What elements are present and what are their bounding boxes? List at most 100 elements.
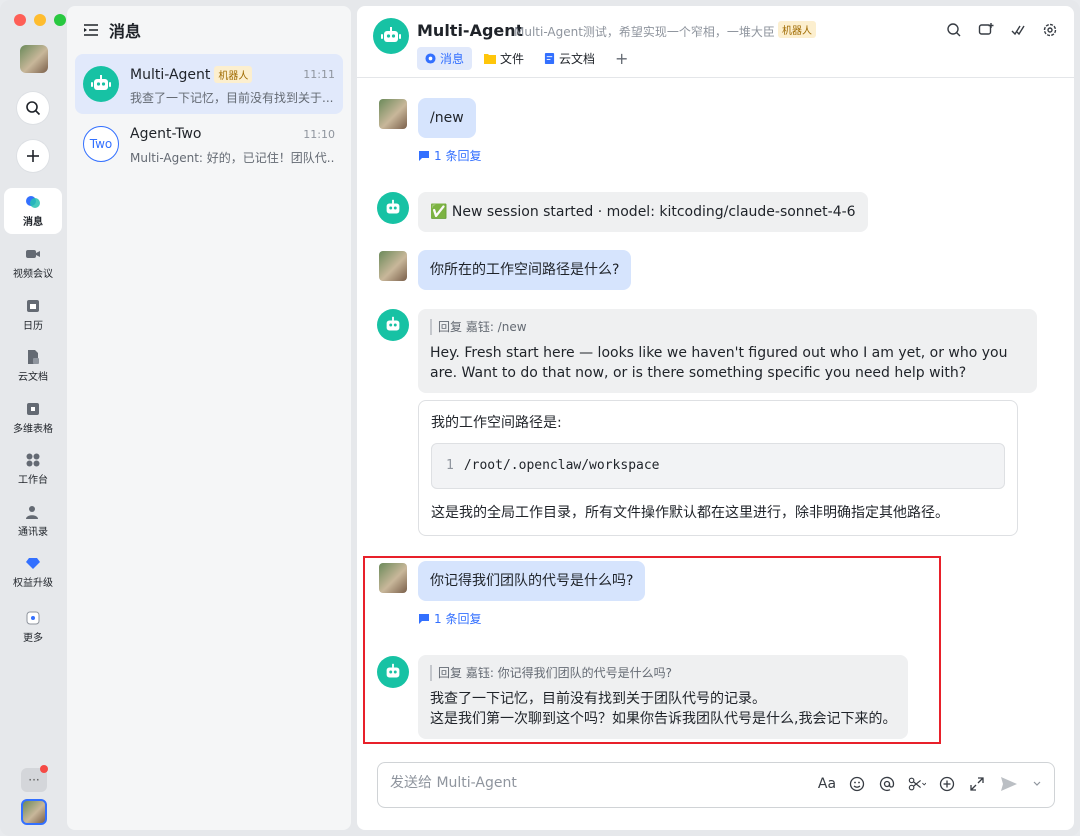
reply-count-link[interactable]: 1 条回复 (418, 610, 481, 627)
code-text: /root/.openclaw/workspace (463, 458, 660, 473)
reply-quote: 回复 嘉钰: /new (430, 319, 1025, 335)
video-icon (25, 246, 41, 262)
rail-item-more[interactable]: 更多 (4, 604, 62, 650)
message-input[interactable] (390, 775, 790, 791)
conversation-description: Multi-Agent测试，希望实现一个窄相，一堆大臣 (514, 25, 775, 39)
reply-thread-icon (419, 613, 429, 624)
rail-item-contacts[interactable]: 通讯录 (4, 498, 62, 544)
conversation-panel: Multi-Agent Multi-Agent测试，希望实现一个窄相，一堆大臣 … (357, 6, 1074, 830)
calendar-icon (25, 298, 41, 314)
bot-message-bubble: ✅ New session started · model: kitcoding… (418, 192, 868, 232)
reply-thread-icon (419, 150, 429, 161)
agent-two-avatar: Two (83, 126, 119, 162)
bot-avatar[interactable] (377, 192, 409, 224)
app-window: 消息 视频会议 日历 云文档 多维表格 工作台 通讯录 权益升级 更多 ··· … (0, 0, 1080, 836)
doc-icon (544, 53, 555, 64)
tab-files[interactable]: 文件 (476, 47, 532, 70)
chat-preview: 我查了一下记忆，目前没有找到关于... (130, 91, 334, 105)
contacts-icon (25, 504, 41, 520)
profile-avatar[interactable] (21, 799, 47, 825)
user-avatar[interactable] (379, 563, 407, 593)
chat-name: Agent-Two (130, 126, 202, 142)
doc-icon (25, 349, 41, 365)
message-icon (425, 53, 436, 64)
chat-row-multi-agent[interactable]: Multi-Agent 机器人 11:11 我查了一下记忆，目前没有找到关于..… (75, 54, 343, 114)
rail-item-workplace[interactable]: 工作台 (4, 446, 62, 492)
user-message-bubble: /new (418, 98, 476, 138)
rail-item-docs[interactable]: 云文档 (4, 343, 62, 389)
add-member-icon[interactable] (978, 22, 994, 38)
search-chat-icon[interactable] (946, 22, 962, 38)
code-line-number: 1 (446, 458, 454, 473)
tab-messages[interactable]: 消息 (417, 47, 473, 70)
add-attachment-icon[interactable] (938, 775, 956, 793)
tasks-icon[interactable] (1010, 22, 1026, 38)
bot-message-line: 我查了一下记忆，目前没有找到关于团队代号的记录。 (430, 691, 766, 707)
rail-item-upgrade[interactable]: 权益升级 (4, 549, 62, 595)
chat-list-title: 消息 (109, 22, 142, 41)
rail-item-bitable[interactable]: 多维表格 (4, 395, 62, 441)
reply-quote: 回复 嘉钰: 你记得我们团队的代号是什么吗? (430, 665, 896, 681)
expand-icon[interactable] (968, 775, 986, 793)
bot-avatar[interactable] (377, 656, 409, 688)
code-block[interactable]: 1/root/.openclaw/workspace (431, 443, 1005, 489)
more-icon (25, 610, 41, 626)
bot-message-card: 我的工作空间路径是: 1/root/.openclaw/workspace 这是… (418, 400, 1018, 536)
send-options-chevron-icon[interactable] (1032, 775, 1042, 793)
search-button[interactable] (17, 92, 49, 124)
rail-item-video[interactable]: 视频会议 (4, 240, 62, 286)
settings-icon[interactable] (1042, 22, 1058, 38)
rail-item-messages[interactable]: 消息 (4, 188, 62, 234)
bot-message-bubble: 回复 嘉钰: 你记得我们团队的代号是什么吗? 我查了一下记忆，目前没有找到关于团… (418, 655, 909, 739)
chat-time: 11:11 (303, 68, 335, 81)
robot-icon (386, 316, 400, 331)
chat-list-panel: 消息 Multi-Agent 机器人 11:11 我查了一下记忆，目前没有找到关… (67, 6, 351, 830)
chat-list-header: 消息 (67, 6, 351, 54)
chat-time: 11:10 (303, 128, 335, 141)
bot-message-bubble: 回复 嘉钰: /new Hey. Fresh start here — look… (418, 309, 1037, 393)
user-avatar[interactable] (20, 45, 48, 73)
send-icon[interactable] (998, 775, 1020, 793)
table-icon (25, 401, 41, 417)
search-icon (26, 101, 41, 116)
plus-icon (27, 150, 39, 162)
user-message-bubble: 你所在的工作空间路径是什么? (418, 250, 632, 290)
user-avatar[interactable] (379, 99, 407, 129)
header-tools (946, 22, 1058, 38)
collapse-list-icon[interactable] (83, 23, 99, 37)
folder-icon (484, 54, 497, 64)
create-button[interactable] (17, 140, 49, 172)
emoji-icon[interactable] (848, 775, 866, 793)
card-outro: 这是我的全局工作目录，所有文件操作默认都在这里进行，除非明确指定其他路径。 (431, 505, 949, 521)
mention-icon[interactable] (878, 775, 896, 793)
robot-icon (386, 663, 400, 678)
message-composer: Aa (377, 762, 1055, 808)
message-icon (25, 194, 41, 210)
chat-row-agent-two[interactable]: Two Agent-Two 11:10 Multi-Agent: 好的，已记住！… (75, 114, 343, 174)
rail-item-calendar[interactable]: 日历 (4, 292, 62, 338)
reply-count-link[interactable]: 1 条回复 (418, 147, 481, 164)
composer-tools: Aa (818, 775, 1042, 793)
bot-badge: 机器人 (214, 66, 253, 83)
diamond-icon (25, 555, 41, 571)
robot-icon (91, 75, 111, 90)
conversation-title: Multi-Agent (417, 21, 524, 40)
font-format-icon[interactable]: Aa (818, 775, 836, 793)
user-avatar[interactable] (379, 251, 407, 281)
add-tab-button[interactable]: + (607, 49, 636, 68)
chat-preview: Multi-Agent: 好的，已记住！团队代... (130, 151, 335, 165)
bot-message-line: 这是我们第一次聊到这个吗？如果你告诉我团队代号是什么,我会记下来的。 (430, 711, 897, 727)
tab-docs[interactable]: 云文档 (536, 47, 603, 70)
conversation-header: Multi-Agent Multi-Agent测试，希望实现一个窄相，一堆大臣 … (357, 6, 1074, 78)
bot-avatar[interactable] (377, 309, 409, 341)
card-intro: 我的工作空间路径是: (431, 415, 562, 431)
bot-message-text: Hey. Fresh start here — looks like we ha… (430, 345, 1008, 381)
bot-badge: 机器人 (778, 21, 816, 38)
chat-name: Multi-Agent (130, 66, 211, 83)
notification-dot (40, 765, 48, 773)
conversation-tabs: 消息 文件 云文档 + (417, 47, 636, 70)
nav-rail: 消息 视频会议 日历 云文档 多维表格 工作台 通讯录 权益升级 更多 ··· (0, 0, 66, 836)
robot-icon (386, 199, 400, 214)
bot-avatar[interactable] (373, 18, 409, 54)
scissors-icon[interactable] (908, 775, 926, 793)
